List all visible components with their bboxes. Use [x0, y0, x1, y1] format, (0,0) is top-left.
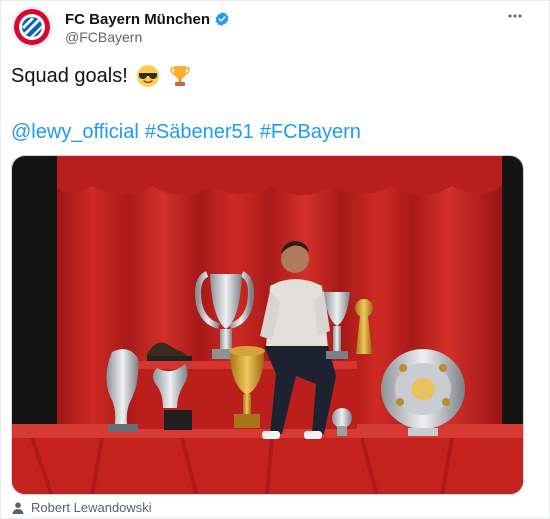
- tweet-photo[interactable]: [11, 155, 524, 495]
- hashtag-link[interactable]: #Säbener51: [145, 121, 254, 143]
- user-tag-icon: [12, 501, 24, 514]
- account-name-row[interactable]: FC Bayern München: [65, 9, 230, 29]
- tweet-tags: @lewy_official #Säbener51 #FCBayern: [11, 119, 367, 145]
- tweet-text: Squad goals!: [11, 63, 192, 89]
- hashtag-link[interactable]: #FCBayern: [260, 121, 361, 143]
- mention-link[interactable]: @lewy_official: [11, 121, 139, 143]
- verified-badge-icon: [215, 12, 229, 26]
- tweet-card: FC Bayern München @FCBayern Squad goals!…: [0, 0, 550, 519]
- sunglasses-emoji-icon: [136, 65, 159, 87]
- tagged-person-name[interactable]: Robert Lewandowski: [31, 500, 152, 515]
- fc-bayern-logo: [11, 6, 53, 48]
- account-handle[interactable]: @FCBayern: [65, 29, 142, 45]
- account-name[interactable]: FC Bayern München: [65, 11, 210, 28]
- photo-tag[interactable]: Robert Lewandowski: [11, 500, 152, 515]
- more-options-icon[interactable]: [507, 11, 523, 21]
- tweet-body: Squad goals!: [11, 65, 128, 87]
- trophy-emoji-icon: [169, 66, 190, 86]
- photo-trophy-collection: [12, 156, 523, 494]
- avatar[interactable]: [11, 6, 53, 48]
